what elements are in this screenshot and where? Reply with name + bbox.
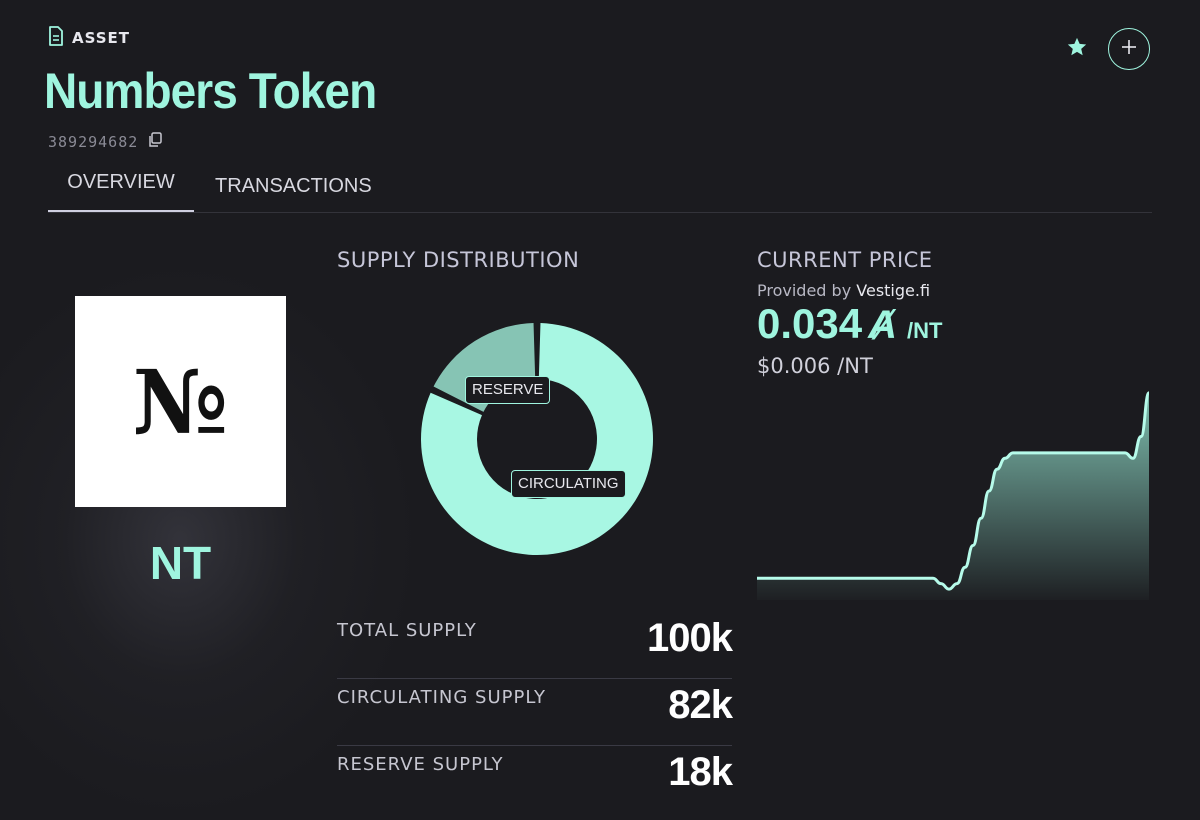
algo-symbol: Ⱥ [868,303,897,347]
price-history-chart [757,391,1149,600]
asset-label-text: ASSET [72,29,131,47]
total-supply-label: TOTAL SUPPLY [337,620,477,641]
copy-icon[interactable] [148,132,163,152]
price-area-fill [757,392,1149,600]
reserve-supply-label: RESERVE SUPPLY [337,754,504,775]
document-icon [48,26,64,50]
asset-section-label: ASSET [48,26,130,50]
add-button[interactable] [1108,28,1150,70]
price-provider: Provided by Vestige.fi [757,281,930,300]
price-algo: 0.034 Ⱥ /NT [757,300,942,348]
provider-prefix: Provided by [757,281,852,300]
total-supply-value: 100k [647,616,733,660]
star-icon[interactable] [1066,36,1088,62]
stat-row-reserve: RESERVE SUPPLY 18k [337,746,733,812]
asset-logo-glyph: № [132,349,229,454]
provider-link[interactable]: Vestige.fi [856,281,930,300]
current-price-title: CURRENT PRICE [757,248,933,272]
asset-logo: № [75,296,286,507]
tab-transactions[interactable]: TRANSACTIONS [215,170,372,214]
supply-distribution-title: SUPPLY DISTRIBUTION [337,248,580,272]
tab-bar: OVERVIEW TRANSACTIONS [48,166,1152,213]
price-usd: $0.006 /NT [757,354,873,378]
page-title: Numbers Token [44,63,377,119]
donut-label-circulating: CIRCULATING [511,470,626,498]
reserve-supply-value: 18k [668,750,733,794]
asset-id-value: 389294682 [48,133,139,151]
price-unit: /NT [907,318,943,343]
asset-id: 389294682 [48,132,163,152]
stat-row-total: TOTAL SUPPLY 100k [337,612,733,679]
plus-icon [1120,38,1138,60]
stat-row-circulating: CIRCULATING SUPPLY 82k [337,679,733,746]
circulating-supply-value: 82k [668,683,733,727]
donut-label-reserve: RESERVE [465,376,551,404]
supply-donut-chart [421,323,653,555]
supply-stats: TOTAL SUPPLY 100k CIRCULATING SUPPLY 82k… [337,612,733,812]
tab-overview[interactable]: OVERVIEW [48,166,194,212]
header-actions [1066,28,1150,70]
price-algo-value: 0.034 [757,300,863,347]
circulating-supply-label: CIRCULATING SUPPLY [337,687,546,708]
unit-name: NT [149,537,212,589]
